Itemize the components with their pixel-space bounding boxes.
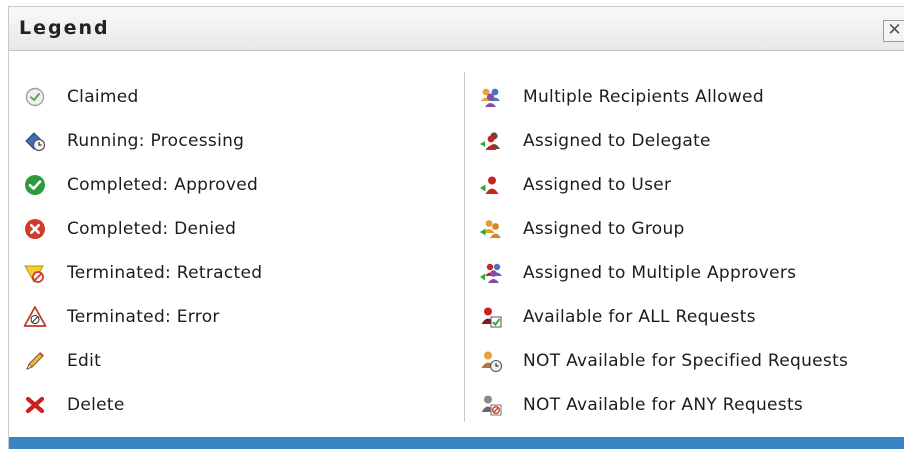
legend-item-error: Terminated: Error	[23, 295, 262, 339]
completed-denied-icon	[23, 217, 47, 241]
edit-icon	[23, 349, 47, 373]
legend-label: NOT Available for Specified Requests	[523, 351, 849, 371]
not-available-specified-icon	[479, 349, 503, 373]
legend-dialog: Legend ✕ Claimed Running: Processing Com…	[8, 6, 904, 449]
not-available-any-icon	[479, 393, 503, 417]
assigned-multiple-approvers-icon	[479, 261, 503, 285]
legend-label: Delete	[67, 395, 125, 415]
terminated-error-icon	[23, 305, 47, 329]
legend-column-status: Claimed Running: Processing Completed: A…	[23, 75, 262, 427]
terminated-retracted-icon	[23, 261, 47, 285]
legend-label: Claimed	[67, 87, 139, 107]
legend-item-retracted: Terminated: Retracted	[23, 251, 262, 295]
legend-body: Claimed Running: Processing Completed: A…	[9, 52, 904, 436]
legend-item-assigned-user: Assigned to User	[479, 163, 848, 207]
assigned-user-icon	[479, 173, 503, 197]
legend-label: Running: Processing	[67, 131, 245, 151]
running-processing-icon	[23, 129, 47, 153]
legend-item-multiple-recipients: Multiple Recipients Allowed	[479, 75, 848, 119]
legend-item-denied: Completed: Denied	[23, 207, 262, 251]
legend-item-assigned-multiple-approvers: Assigned to Multiple Approvers	[479, 251, 848, 295]
assigned-delegate-icon	[479, 129, 503, 153]
legend-label: Edit	[67, 351, 102, 371]
legend-item-claimed: Claimed	[23, 75, 262, 119]
legend-label: NOT Available for ANY Requests	[523, 395, 804, 415]
legend-label: Assigned to Delegate	[523, 131, 711, 151]
legend-label: Assigned to User	[523, 175, 672, 195]
legend-item-approved: Completed: Approved	[23, 163, 262, 207]
claimed-icon	[23, 85, 47, 109]
legend-item-available-all: Available for ALL Requests	[479, 295, 848, 339]
legend-item-edit: Edit	[23, 339, 262, 383]
legend-item-not-available-any: NOT Available for ANY Requests	[479, 383, 848, 427]
close-button[interactable]: ✕	[883, 20, 904, 42]
legend-item-delete: Delete	[23, 383, 262, 427]
legend-label: Completed: Denied	[67, 219, 237, 239]
legend-item-running: Running: Processing	[23, 119, 262, 163]
assigned-group-icon	[479, 217, 503, 241]
legend-label: Assigned to Multiple Approvers	[523, 263, 797, 283]
legend-label: Assigned to Group	[523, 219, 685, 239]
legend-label: Terminated: Error	[67, 307, 220, 327]
completed-approved-icon	[23, 173, 47, 197]
legend-label: Available for ALL Requests	[523, 307, 756, 327]
legend-column-assignment: Multiple Recipients Allowed Assigned to …	[479, 75, 848, 427]
column-divider	[464, 72, 465, 422]
legend-label: Terminated: Retracted	[67, 263, 263, 283]
legend-item-assigned-delegate: Assigned to Delegate	[479, 119, 848, 163]
dialog-title: Legend	[19, 17, 110, 39]
delete-icon	[23, 393, 47, 417]
multiple-recipients-icon	[479, 85, 503, 109]
available-all-requests-icon	[479, 305, 503, 329]
legend-item-not-available-specified: NOT Available for Specified Requests	[479, 339, 848, 383]
legend-label: Completed: Approved	[67, 175, 259, 195]
dialog-header: Legend ✕	[9, 7, 904, 51]
legend-item-assigned-group: Assigned to Group	[479, 207, 848, 251]
footer-accent-bar	[9, 437, 904, 449]
legend-label: Multiple Recipients Allowed	[523, 87, 764, 107]
